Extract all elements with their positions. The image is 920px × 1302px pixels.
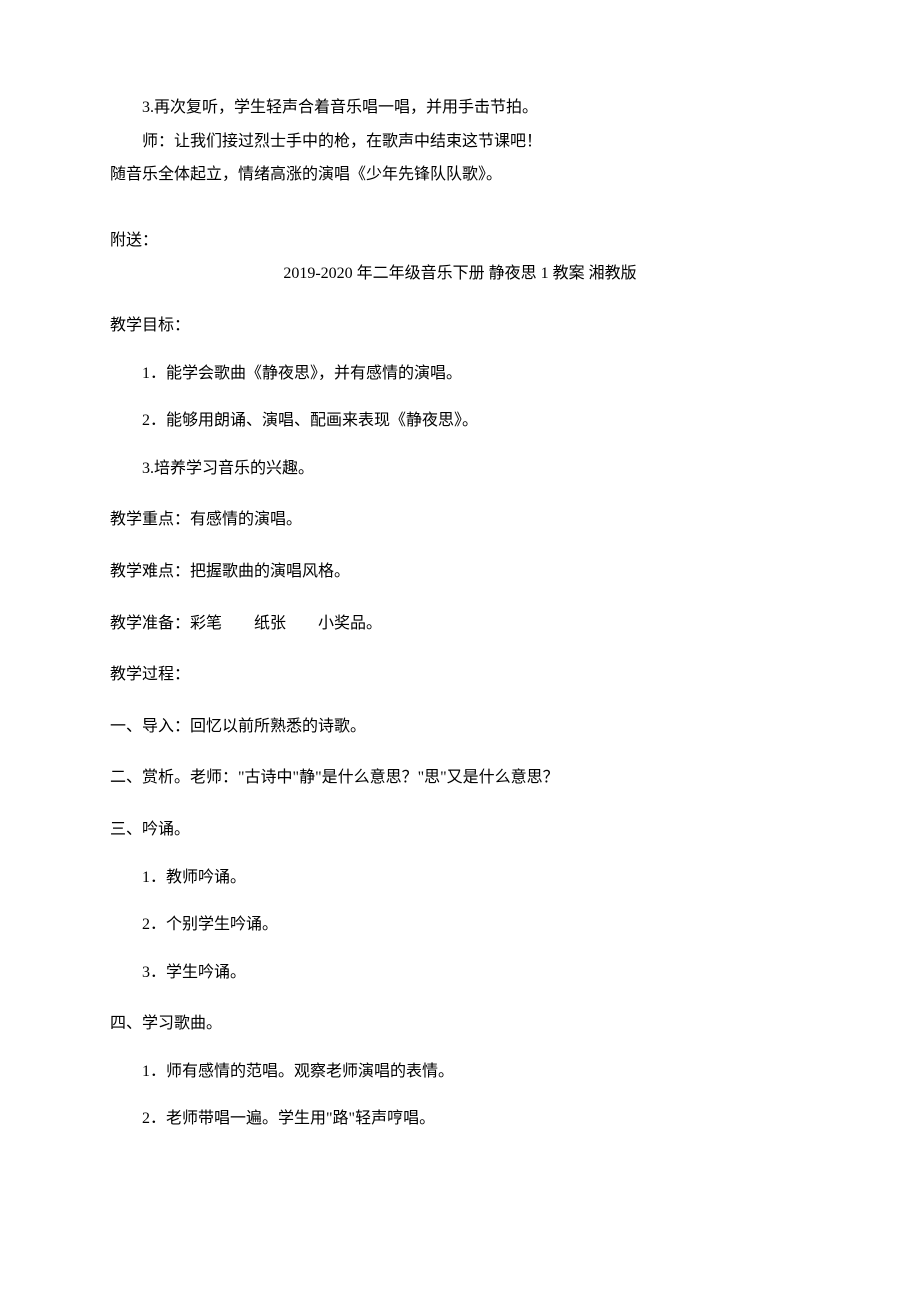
focus-heading: 教学重点：有感情的演唱。 xyxy=(110,507,810,533)
content-line: 师：让我们接过烈士手中的枪，在歌声中结束这节课吧！ xyxy=(110,129,810,155)
process-heading: 教学过程： xyxy=(110,662,810,688)
step-item: 3．学生吟诵。 xyxy=(110,960,810,986)
step-heading: 二、赏析。老师："古诗中"静"是什么意思？"思"又是什么意思？ xyxy=(110,765,810,791)
objective-item: 2．能够用朗诵、演唱、配画来表现《静夜思》。 xyxy=(110,408,810,434)
objective-item: 3.培养学习音乐的兴趣。 xyxy=(110,456,810,482)
step-heading: 一、导入：回忆以前所熟悉的诗歌。 xyxy=(110,714,810,740)
document-title: 2019-2020 年二年级音乐下册 静夜思 1 教案 湘教版 xyxy=(110,261,810,287)
step-item: 2．老师带唱一遍。学生用"路"轻声哼唱。 xyxy=(110,1106,810,1132)
content-line: 随音乐全体起立，情绪高涨的演唱《少年先锋队队歌》。 xyxy=(110,162,810,188)
step-item: 1．师有感情的范唱。观察老师演唱的表情。 xyxy=(110,1059,810,1085)
content-line: 3.再次复听，学生轻声合着音乐唱一唱，并用手击节拍。 xyxy=(110,95,810,121)
objectives-heading: 教学目标： xyxy=(110,313,810,339)
preparation-heading: 教学准备：彩笔 纸张 小奖品。 xyxy=(110,611,810,637)
step-heading: 三、吟诵。 xyxy=(110,817,810,843)
difficulty-heading: 教学难点：把握歌曲的演唱风格。 xyxy=(110,559,810,585)
attachment-label: 附送： xyxy=(110,228,810,254)
step-heading: 四、学习歌曲。 xyxy=(110,1011,810,1037)
step-item: 2．个别学生吟诵。 xyxy=(110,912,810,938)
objective-item: 1．能学会歌曲《静夜思》，并有感情的演唱。 xyxy=(110,361,810,387)
step-item: 1．教师吟诵。 xyxy=(110,865,810,891)
